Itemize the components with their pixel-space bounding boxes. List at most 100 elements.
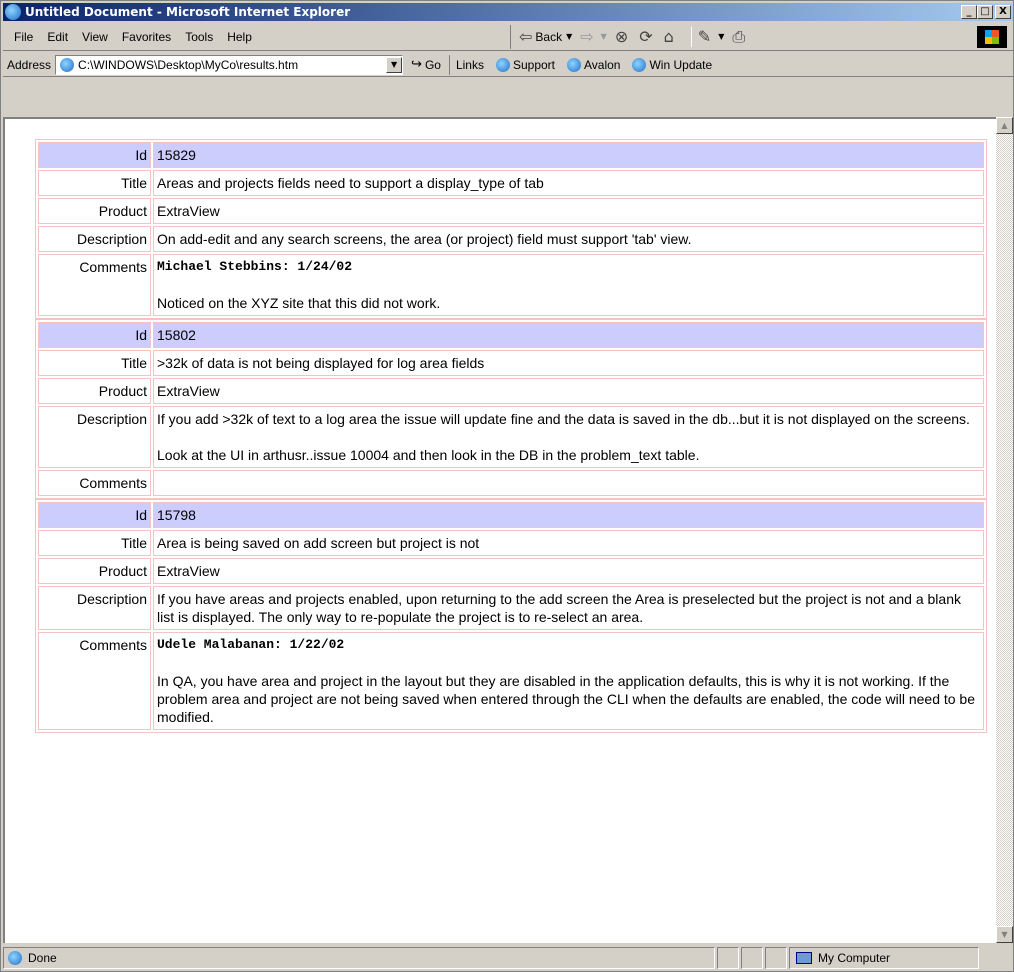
ie-link-icon <box>632 57 647 72</box>
internet-explorer-icon <box>5 4 21 20</box>
comment-author: Udele Malabanan: 1/22/02 <box>157 637 345 652</box>
issue-product: ExtraView <box>153 198 984 224</box>
menu-help[interactable]: Help <box>220 30 259 44</box>
issue-title-row: Title >32k of data is not being displaye… <box>38 350 984 376</box>
link-win-update[interactable]: Win Update <box>632 57 713 72</box>
links-bar: Links Support Avalon Win Update <box>450 57 713 72</box>
link-avalon-label: Avalon <box>584 57 621 72</box>
chevron-down-icon[interactable]: ▼ <box>718 32 724 41</box>
issue-comments <box>153 470 984 496</box>
issue-product-row: Product ExtraView <box>38 378 984 404</box>
window-title: Untitled Document - Microsoft Internet E… <box>25 5 351 19</box>
page-content: Id 15829 Title Areas and projects fields… <box>3 117 996 943</box>
vertical-scrollbar[interactable]: ▲ ▼ <box>996 117 1013 943</box>
description-label: Description <box>38 226 151 252</box>
title-label: Title <box>38 170 151 196</box>
ie-link-icon <box>495 57 510 72</box>
home-button[interactable]: ⌂ <box>664 27 677 46</box>
status-panel <box>765 947 787 969</box>
comments-label: Comments <box>38 254 151 316</box>
issue-id: 15802 <box>153 322 984 348</box>
stop-button[interactable]: ⊗ <box>615 27 631 46</box>
maximize-button[interactable]: □ <box>977 5 993 19</box>
issue-comments: Udele Malabanan: 1/22/02 In QA, you have… <box>153 632 984 730</box>
issue-product: ExtraView <box>153 558 984 584</box>
refresh-icon: ⟳ <box>639 27 653 46</box>
close-button[interactable]: X <box>995 5 1011 19</box>
chevron-down-icon[interactable]: ▼ <box>601 32 607 41</box>
issue-title: >32k of data is not being displayed for … <box>153 350 984 376</box>
browser-window: Untitled Document - Microsoft Internet E… <box>0 0 1014 972</box>
toolbar-spacer <box>3 79 1013 117</box>
issue-title: Areas and projects fields need to suppor… <box>153 170 984 196</box>
issue-comments-row: Comments Michael Stebbins: 1/24/02 Notic… <box>38 254 984 316</box>
issue-product: ExtraView <box>153 378 984 404</box>
scroll-down-button[interactable]: ▼ <box>996 926 1013 943</box>
address-value[interactable]: C:\WINDOWS\Desktop\MyCo\results.htm <box>78 58 298 72</box>
issue-table: Id 15798 Title Area is being saved on ad… <box>35 499 987 733</box>
product-label: Product <box>38 378 151 404</box>
issue-description-row: Description If you add >32k of text to a… <box>38 406 984 468</box>
issue-id-row: Id 15802 <box>38 322 984 348</box>
home-icon: ⌂ <box>663 27 674 46</box>
address-dropdown-button[interactable]: ▼ <box>386 56 403 73</box>
menu-toolbar-row: File Edit View Favorites Tools Help ⇦ Ba… <box>3 23 1013 51</box>
id-label: Id <box>38 142 151 168</box>
issue-description: On add-edit and any search screens, the … <box>153 226 984 252</box>
comments-label: Comments <box>38 470 151 496</box>
link-avalon[interactable]: Avalon <box>567 57 621 72</box>
issue-title: Area is being saved on add screen but pr… <box>153 530 984 556</box>
issue-id: 15798 <box>153 502 984 528</box>
link-support[interactable]: Support <box>495 57 555 72</box>
comment-text: In QA, you have area and project in the … <box>157 673 976 725</box>
menu-file[interactable]: File <box>7 30 40 44</box>
address-input[interactable]: C:\WINDOWS\Desktop\MyCo\results.htm ▼ <box>55 54 404 75</box>
issue-table: Id 15829 Title Areas and projects fields… <box>35 139 987 319</box>
page-status-icon <box>8 951 22 965</box>
status-bar: Done My Computer <box>3 945 1013 971</box>
issue-id-row: Id 15798 <box>38 502 984 528</box>
go-button[interactable]: ↪ Go <box>403 54 450 75</box>
scroll-up-button[interactable]: ▲ <box>996 117 1013 134</box>
id-label: Id <box>38 502 151 528</box>
menu-tools[interactable]: Tools <box>178 30 220 44</box>
chevron-down-icon[interactable]: ▼ <box>566 32 572 41</box>
menu-view[interactable]: View <box>75 30 115 44</box>
title-label: Title <box>38 350 151 376</box>
issue-id: 15829 <box>153 142 984 168</box>
status-text: Done <box>28 951 57 965</box>
link-win-update-label: Win Update <box>649 57 713 72</box>
menu-edit[interactable]: Edit <box>40 30 75 44</box>
computer-icon <box>796 952 812 964</box>
description-paragraph-2: Look at the UI in arthusr..issue 10004 a… <box>157 447 700 463</box>
menu-favorites[interactable]: Favorites <box>115 30 178 44</box>
address-row: Address C:\WINDOWS\Desktop\MyCo\results.… <box>3 53 1013 77</box>
edit-icon: ✎ <box>697 27 712 46</box>
issue-title-row: Title Area is being saved on add screen … <box>38 530 984 556</box>
edit-button[interactable]: ✎ ▼ <box>698 27 725 46</box>
back-button[interactable]: ⇦ Back ▼ <box>519 27 572 46</box>
toolbar-separator <box>690 26 692 47</box>
title-bar[interactable]: Untitled Document - Microsoft Internet E… <box>3 3 1013 21</box>
print-button[interactable]: ⎙ <box>732 27 748 47</box>
issue-table: Id 15802 Title >32k of data is not being… <box>35 319 987 499</box>
window-controls: _ □ X <box>961 5 1011 19</box>
security-zone: My Computer <box>789 947 979 969</box>
minimize-button[interactable]: _ <box>961 5 977 19</box>
title-label: Title <box>38 530 151 556</box>
status-panel <box>717 947 739 969</box>
issue-comments-row: Comments Udele Malabanan: 1/22/02 In QA,… <box>38 632 984 730</box>
issue-description-row: Description If you have areas and projec… <box>38 586 984 630</box>
status-panel <box>741 947 763 969</box>
forward-button[interactable]: ⇨ ▼ <box>580 27 607 46</box>
description-paragraph: If you add >32k of text to a log area th… <box>157 411 970 427</box>
links-label: Links <box>455 57 484 72</box>
id-label: Id <box>38 322 151 348</box>
product-label: Product <box>38 198 151 224</box>
page-icon <box>60 57 75 72</box>
issue-comments-row: Comments <box>38 470 984 496</box>
refresh-button[interactable]: ⟳ <box>639 27 655 46</box>
forward-arrow-icon: ⇨ <box>580 27 594 46</box>
stop-icon: ⊗ <box>614 27 629 46</box>
go-arrow-icon: ↪ <box>411 57 422 72</box>
